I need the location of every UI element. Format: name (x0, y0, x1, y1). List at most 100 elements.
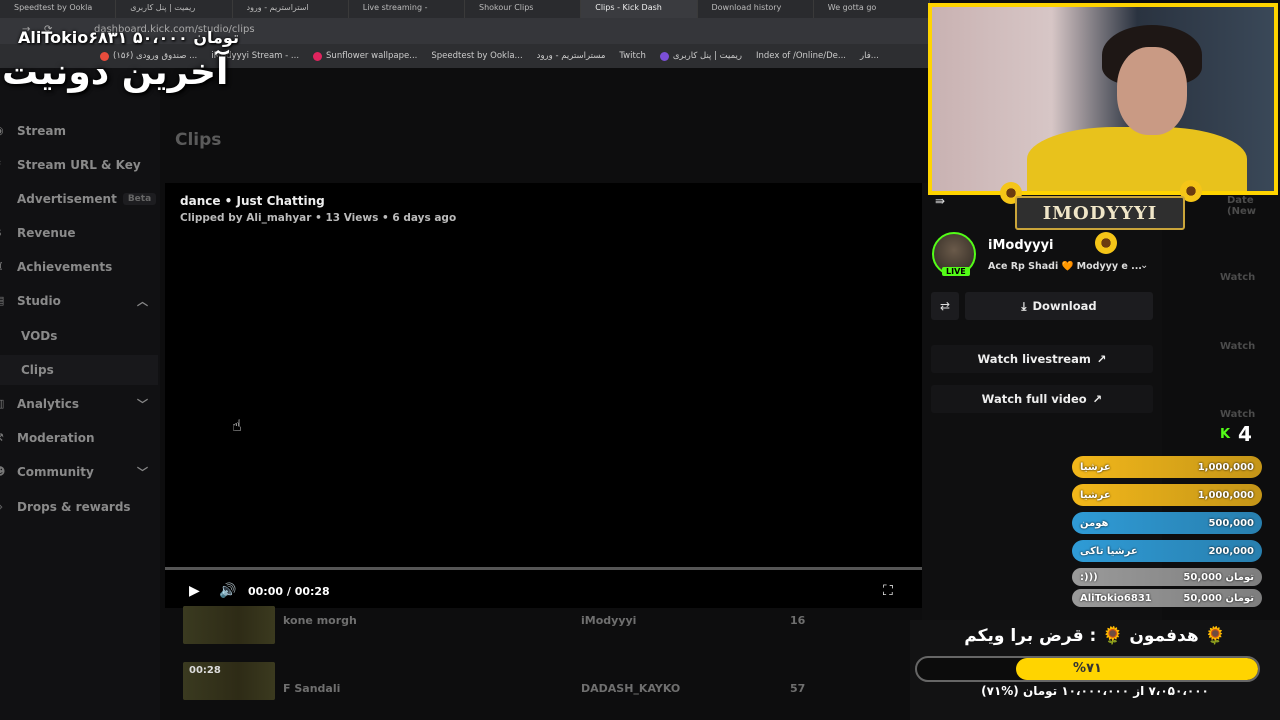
bookmark[interactable]: فار... (860, 51, 879, 61)
bookmark[interactable]: ریمیت | پنل کاربری (659, 51, 742, 61)
table-row[interactable]: kone morgh iModyyyi 16 (165, 606, 922, 652)
leaderboard-entry: عرشیا 1,000,000 (1072, 484, 1262, 506)
webcam-person-shirt (1027, 127, 1247, 191)
watch-link[interactable]: Watch (1220, 272, 1255, 283)
clip-row-title: kone morgh (283, 614, 357, 627)
thumbnail-image (183, 606, 275, 644)
bookmark[interactable]: Twitch (619, 51, 646, 61)
leaderboard-name: عرشیا (1080, 489, 1111, 501)
browser-tab[interactable]: We gotta go (814, 0, 930, 18)
browser-tab[interactable]: Live streaming - (349, 0, 465, 18)
bookmark[interactable]: Sunflower wallpape... (313, 51, 417, 61)
sidebar-item-label: Community (17, 465, 94, 479)
leaderboard-amount: 50,000 تومان (1183, 571, 1254, 583)
film-icon: ▤ (0, 294, 8, 308)
browser-tab[interactable]: ریمیت | پنل کاربری (116, 0, 233, 18)
sidebar-item-analytics[interactable]: ▥ Analytics ﹀ (0, 389, 158, 419)
bookmark[interactable]: Speedtest by Ookla... (431, 51, 522, 61)
sidebar-item-moderation[interactable]: ⚒ Moderation (0, 423, 158, 453)
clip-title: dance • Just Chatting (180, 194, 325, 208)
goal-title: 🌻 هدفمون 🌻 : قرض برا ویکم (964, 626, 1226, 646)
streamer-name-banner: IMODYYYI (1015, 196, 1185, 230)
watch-livestream-button[interactable]: Watch livestream ↗ (931, 345, 1153, 373)
browser-tab-active[interactable]: Clips - Kick Dash (581, 0, 698, 18)
external-link-icon: ↗ (1092, 392, 1103, 406)
bookmark[interactable]: Index of /Online/De... (756, 51, 846, 61)
studio-sidebar: ◉ Stream ⚷ Stream URL & Key ▸ Advertisement… (0, 68, 160, 720)
fullscreen-icon[interactable]: ⛶ (883, 583, 893, 599)
webcam-person-face (1117, 47, 1187, 135)
remit-icon (659, 51, 669, 61)
last-donation-overlay: AliTokio۶۸۳۱ ۵۰،۰۰۰ تومان (18, 28, 239, 47)
key-icon: ⚷ (0, 158, 8, 172)
clip-row-views: 57 (790, 682, 806, 695)
collapse-panel-icon[interactable]: ⇛ (935, 194, 945, 208)
sidebar-item-label: Studio (17, 294, 61, 308)
sidebar-item-label: Revenue (17, 226, 76, 240)
play-icon[interactable]: ▶ (189, 583, 200, 599)
dollar-icon: $ (0, 226, 8, 240)
download-icon: ⤓ (1021, 298, 1027, 313)
clip-thumbnail[interactable] (183, 606, 275, 644)
clip-row-channel: DADASH_KAYKO (581, 682, 681, 695)
bookmark[interactable]: مستراستریم - ورود (537, 51, 606, 61)
watch-link[interactable]: Watch (1220, 341, 1255, 352)
trophy-icon: ♜ (0, 260, 8, 274)
leaderboard-name: هومن (1080, 517, 1109, 529)
megaphone-icon: ▸ (0, 192, 8, 206)
volume-icon[interactable]: 🔊 (219, 583, 236, 599)
hand-cursor-icon: ☝ (232, 416, 242, 435)
kick-logo-icon: K (1220, 427, 1231, 442)
clip-row-views: 16 (790, 614, 806, 627)
beta-badge: Beta (122, 193, 157, 205)
sidebar-item-label: Moderation (17, 431, 95, 445)
sidebar-item-label: VODs (21, 329, 58, 343)
sidebar-item-achievements[interactable]: ♜ Achievements (0, 252, 158, 282)
browser-tab[interactable]: استراستریم - ورود (233, 0, 349, 18)
chevron-down-icon[interactable]: ⌄ (1140, 260, 1148, 271)
watch-full-video-label: Watch full video (981, 392, 1087, 406)
chevron-down-icon: ﹀ (137, 466, 148, 479)
screen: { "browser": { "tabs": ["Speedtest by Oo… (0, 0, 1280, 720)
player-progress-bar[interactable] (165, 567, 922, 570)
webcam-overlay (928, 3, 1278, 195)
browser-tab[interactable]: Speedtest by Ookla (0, 0, 117, 18)
browser-tab[interactable]: Download history (698, 0, 814, 18)
sidebar-item-advertisement[interactable]: ▸ Advertisement Beta (0, 184, 158, 214)
clip-thumbnail[interactable]: 00:28 (183, 662, 275, 700)
clip-row-title: F Sandali (283, 682, 341, 695)
sidebar-item-revenue[interactable]: $ Revenue (0, 218, 158, 248)
sidebar-item-community[interactable]: ☻ Community ﹀ (0, 457, 158, 487)
leaderboard-name: AliTokio6831 (1080, 592, 1152, 604)
leaderboard-amount: 50,000 تومان (1183, 592, 1254, 604)
share-icon: ⇄ (939, 299, 951, 313)
sidebar-item-vods[interactable]: VODs (0, 321, 158, 351)
gift-icon: ◈ (0, 500, 8, 514)
date-column-header[interactable]: Date (New (1227, 195, 1280, 217)
sidebar-item-drops[interactable]: ◈ Drops & rewards (0, 492, 158, 522)
page-title: Clips (175, 130, 222, 150)
watch-link[interactable]: Watch (1220, 409, 1255, 420)
donation-goal: 🌻 هدفمون 🌻 : قرض برا ویکم %۷۱ ۷،۰۵۰،۰۰۰ … (910, 620, 1280, 720)
sidebar-item-stream-url[interactable]: ⚷ Stream URL & Key (0, 150, 158, 180)
browser-tab[interactable]: Shokour Clips (465, 0, 582, 18)
sidebar-item-studio[interactable]: ▤ Studio ︿ (0, 286, 158, 316)
channel-name[interactable]: iModyyyi (988, 238, 1054, 253)
download-button[interactable]: ⤓ Download (965, 292, 1153, 320)
kick-counter: 4 (1238, 422, 1252, 446)
clip-player[interactable]: dance • Just Chatting Clipped by Ali_mah… (165, 183, 922, 608)
clip-row-channel: iModyyyi (581, 614, 637, 627)
download-label: Download (1032, 299, 1097, 313)
browser-tab-bar: Speedtest by Ookla ریمیت | پنل کاربری اس… (0, 0, 930, 18)
leaderboard-entry: AliTokio6831 50,000 تومان (1072, 589, 1262, 607)
share-button[interactable]: ⇄ (931, 292, 959, 320)
goal-progress-bar: %۷۱ (915, 656, 1260, 682)
leaderboard-amount: 200,000 (1208, 545, 1254, 557)
goal-percent: %۷۱ (1073, 661, 1102, 676)
sidebar-item-clips[interactable]: Clips (0, 355, 158, 385)
leaderboard-amount: 500,000 (1208, 517, 1254, 529)
sidebar-item-label: Clips (21, 363, 54, 377)
watch-full-video-button[interactable]: Watch full video ↗ (931, 385, 1153, 413)
table-row[interactable]: 00:28 F Sandali DADASH_KAYKO 57 (165, 660, 922, 706)
sidebar-item-stream[interactable]: ◉ Stream (0, 116, 158, 146)
